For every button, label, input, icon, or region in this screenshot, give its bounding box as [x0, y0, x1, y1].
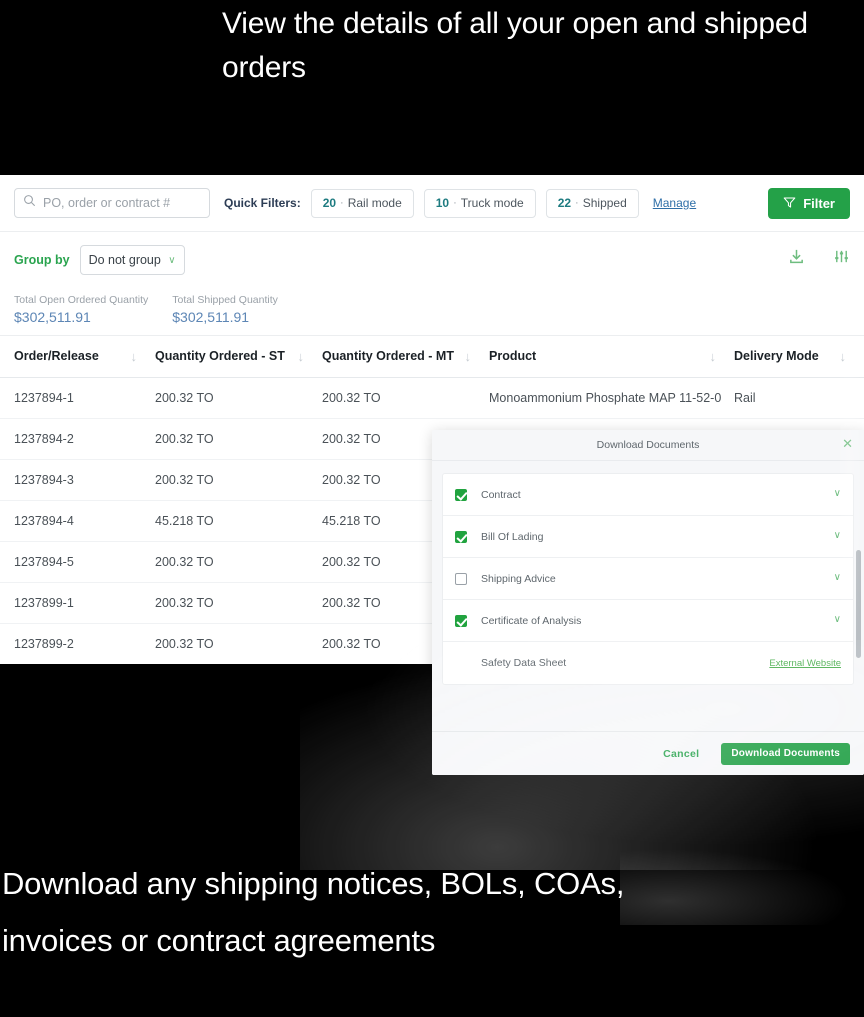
document-label: Shipping Advice	[481, 572, 556, 585]
totals-summary: Total Open Ordered Quantity $302,511.91 …	[0, 288, 864, 336]
order-release-link[interactable]: 1237894-1	[0, 377, 155, 419]
table-header-row: Order/Release ↓ Quantity Ordered - ST ↓ Qu…	[0, 336, 864, 378]
delivery-mode-value: Rail	[734, 377, 864, 419]
total-open-label: Total Open Ordered Quantity	[14, 294, 149, 306]
column-header-quantity-st[interactable]: Quantity Ordered - ST ↓	[155, 336, 322, 378]
checkbox-bill-of-lading[interactable]	[455, 530, 467, 543]
document-row-certificate-of-analysis[interactable]: Certificate of Analysis ∨	[443, 600, 853, 642]
quick-filter-shipped[interactable]: 22 · Shipped	[545, 188, 639, 218]
total-shipped-value: $302,511.91	[172, 309, 250, 325]
quick-filter-truck-mode[interactable]: 10 · Truck mode	[423, 188, 536, 218]
orders-toolbar: PO, order or contract # Quick Filters: 2…	[0, 175, 864, 232]
quick-filter-shipped-label: Shipped	[582, 196, 627, 210]
document-row-bill-of-lading[interactable]: Bill Of Lading ∨	[443, 516, 853, 558]
order-release-link[interactable]: 1237899-2	[0, 623, 155, 664]
quantity-st-value: 200.32 TO	[155, 623, 322, 664]
sort-arrow-icon[interactable]: ↓	[131, 349, 156, 364]
quantity-mt-value: 200.32 TO	[322, 377, 489, 419]
quantity-st-value: 45.218 TO	[155, 500, 322, 542]
search-input[interactable]: PO, order or contract #	[14, 188, 210, 218]
bottom-caption: Download any shipping notices, BOLs, COA…	[2, 866, 625, 959]
group-by-value: Do not group	[88, 253, 161, 267]
modal-header: Download Documents ✕	[432, 430, 864, 461]
checkbox-contract[interactable]	[455, 488, 467, 501]
modal-title: Download Documents	[596, 439, 700, 451]
documents-list: Contract ∨ Bill Of Lading ∨ Shipping Adv…	[442, 473, 854, 685]
quick-filter-truck-count: 10	[435, 196, 450, 210]
quick-filter-rail-sep: ·	[340, 197, 344, 209]
download-documents-modal: Download Documents ✕ Contract ∨ Bill Of …	[432, 430, 864, 775]
download-icon[interactable]	[788, 248, 805, 270]
sort-arrow-icon[interactable]: ↓	[298, 349, 323, 364]
modal-footer: Cancel Download Documents	[432, 731, 864, 775]
chevron-down-icon[interactable]: ∨	[834, 531, 841, 541]
order-release-link[interactable]: 1237894-3	[0, 459, 155, 501]
document-row-shipping-advice[interactable]: Shipping Advice ∨	[443, 558, 853, 600]
quick-filter-shipped-count: 22	[557, 196, 572, 210]
total-open-ordered-quantity: Total Open Ordered Quantity $302,511.91	[14, 294, 148, 325]
sort-arrow-icon[interactable]: ↓	[840, 349, 864, 364]
quantity-st-value: 200.32 TO	[155, 541, 322, 583]
chevron-down-icon[interactable]: ∨	[834, 573, 841, 583]
total-shipped-quantity: Total Shipped Quantity $302,511.91	[172, 294, 278, 325]
group-by-bar: Group by Do not group ∨	[0, 232, 864, 288]
column-header-product[interactable]: Product ↓	[489, 336, 734, 378]
column-header-delivery-mode[interactable]: Delivery Mode ↓	[734, 336, 864, 378]
modal-scrollbar[interactable]	[856, 550, 861, 658]
sort-arrow-icon[interactable]: ↓	[465, 349, 490, 364]
chevron-down-icon[interactable]: ∨	[834, 615, 841, 625]
checkbox-shipping-advice[interactable]	[455, 572, 467, 585]
quick-filter-truck-sep: ·	[453, 197, 457, 209]
chevron-down-icon: ∨	[168, 254, 176, 266]
document-row-contract[interactable]: Contract ∨	[443, 474, 853, 516]
quick-filter-rail-mode[interactable]: 20 · Rail mode	[310, 188, 414, 218]
group-by-select[interactable]: Do not group ∨	[79, 245, 185, 275]
quick-filter-rail-count: 20	[322, 196, 337, 210]
document-label: Contract	[481, 488, 521, 501]
column-header-order-release[interactable]: Order/Release ↓	[0, 336, 155, 378]
column-header-quantity-mt[interactable]: Quantity Ordered - MT ↓	[322, 336, 489, 378]
modal-body: Contract ∨ Bill Of Lading ∨ Shipping Adv…	[432, 461, 864, 685]
quick-filter-rail-label: Rail mode	[347, 196, 402, 210]
document-row-safety-data-sheet: Safety Data Sheet External Website	[443, 642, 853, 684]
group-by-label: Group by	[14, 253, 70, 267]
product-value: Monoammonium Phosphate MAP 11-52-0	[489, 377, 734, 419]
manage-filters-link[interactable]: Manage	[653, 196, 696, 210]
quick-filters-label: Quick Filters:	[224, 196, 301, 210]
quantity-st-value: 200.32 TO	[155, 377, 322, 419]
quick-filter-shipped-sep: ·	[575, 197, 579, 209]
funnel-icon	[783, 196, 796, 212]
table-row[interactable]: 1237894-1 200.32 TO 200.32 TO Monoammoni…	[0, 377, 864, 419]
cancel-button[interactable]: Cancel	[657, 747, 705, 761]
order-release-link[interactable]: 1237894-5	[0, 541, 155, 583]
order-release-link[interactable]: 1237899-1	[0, 582, 155, 624]
document-label: Certificate of Analysis	[481, 614, 582, 627]
quantity-st-value: 200.32 TO	[155, 418, 322, 460]
column-settings-icon[interactable]	[833, 248, 850, 270]
document-label: Bill Of Lading	[481, 530, 544, 543]
top-headline: View the details of all your open and sh…	[222, 7, 808, 84]
total-shipped-label: Total Shipped Quantity	[172, 294, 278, 306]
search-placeholder: PO, order or contract #	[43, 196, 171, 210]
filter-button-label: Filter	[803, 196, 835, 211]
close-icon[interactable]: ✕	[842, 437, 853, 450]
download-documents-button[interactable]: Download Documents	[721, 742, 850, 765]
quantity-st-value: 200.32 TO	[155, 582, 322, 624]
quick-filter-truck-label: Truck mode	[460, 196, 524, 210]
filter-button[interactable]: Filter	[768, 188, 850, 219]
external-website-link[interactable]: External Website	[769, 658, 841, 669]
search-icon	[23, 194, 36, 212]
chevron-down-icon[interactable]: ∨	[834, 489, 841, 499]
quantity-st-value: 200.32 TO	[155, 459, 322, 501]
table-tools	[788, 248, 850, 270]
sort-arrow-icon[interactable]: ↓	[710, 349, 735, 364]
document-label: Safety Data Sheet	[481, 657, 567, 669]
checkbox-certificate-of-analysis[interactable]	[455, 614, 467, 627]
total-open-value: $302,511.91	[14, 309, 91, 325]
order-release-link[interactable]: 1237894-2	[0, 418, 155, 460]
order-release-link[interactable]: 1237894-4	[0, 500, 155, 542]
